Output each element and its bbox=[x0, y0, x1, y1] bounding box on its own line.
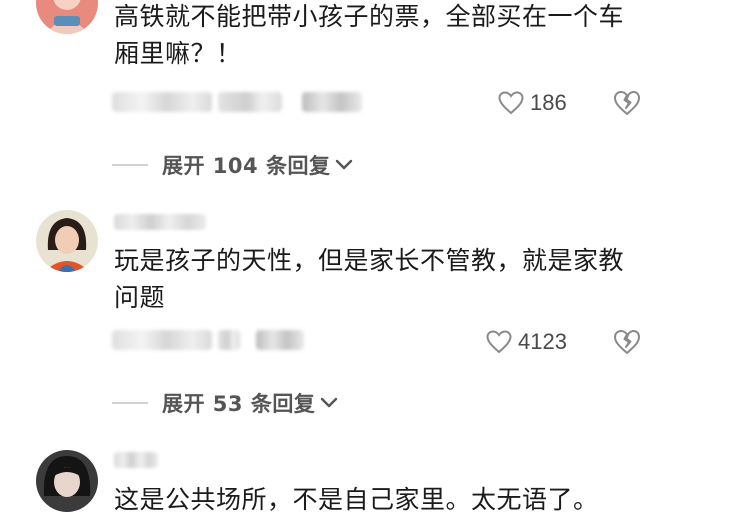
comment-text: 玩是孩子的天性，但是家长不管教，就是家教问题 bbox=[114, 246, 625, 312]
like-button[interactable]: 186 bbox=[498, 90, 567, 116]
comment-meta-blurred bbox=[218, 92, 282, 112]
divider-line bbox=[112, 402, 148, 404]
like-count: 186 bbox=[530, 90, 567, 115]
heart-outline-icon bbox=[498, 91, 524, 115]
comment-meta-blurred bbox=[256, 330, 304, 350]
chevron-down-icon bbox=[336, 159, 353, 170]
broken-heart-icon bbox=[614, 330, 640, 354]
expand-replies-label: 展开 104 条回复 bbox=[162, 154, 331, 178]
comment-item: 高铁就不能把带小孩子的票，全部买在一个车厢里嘛？！ 186 展开 104 条回复 bbox=[0, 0, 739, 190]
comment-meta-blurred bbox=[112, 92, 212, 112]
comment-item: 玩是孩子的天性，但是家长不管教，就是家教问题 4123 展开 53 条回复 bbox=[0, 190, 739, 430]
expand-replies-label: 展开 53 条回复 bbox=[162, 392, 316, 416]
comment-meta-blurred bbox=[112, 330, 212, 350]
dislike-button[interactable] bbox=[613, 329, 641, 355]
comment-item: 这是公共场所，不是自己家里。太无语了。 bbox=[0, 430, 739, 518]
avatar[interactable] bbox=[36, 0, 98, 34]
comment-list: 高铁就不能把带小孩子的票，全部买在一个车厢里嘛？！ 186 展开 104 条回复 bbox=[0, 0, 739, 518]
like-button[interactable]: 4123 bbox=[486, 329, 567, 355]
chevron-down-icon bbox=[321, 397, 338, 408]
avatar[interactable] bbox=[36, 450, 98, 512]
comment-text: 高铁就不能把带小孩子的票，全部买在一个车厢里嘛？！ bbox=[114, 2, 625, 68]
username-blurred[interactable] bbox=[114, 452, 158, 468]
broken-heart-icon bbox=[614, 91, 640, 115]
username-blurred[interactable] bbox=[114, 214, 206, 230]
expand-replies-button[interactable]: 展开 104 条回复 bbox=[112, 152, 354, 178]
like-count: 4123 bbox=[518, 329, 567, 354]
avatar[interactable] bbox=[36, 210, 98, 272]
comment-meta-blurred bbox=[218, 330, 240, 350]
heart-outline-icon bbox=[486, 330, 512, 354]
comment-meta-blurred bbox=[302, 92, 362, 112]
dislike-button[interactable] bbox=[613, 90, 641, 116]
expand-replies-button[interactable]: 展开 53 条回复 bbox=[112, 390, 339, 416]
divider-line bbox=[112, 164, 148, 166]
comment-text: 这是公共场所，不是自己家里。太无语了。 bbox=[114, 485, 599, 514]
